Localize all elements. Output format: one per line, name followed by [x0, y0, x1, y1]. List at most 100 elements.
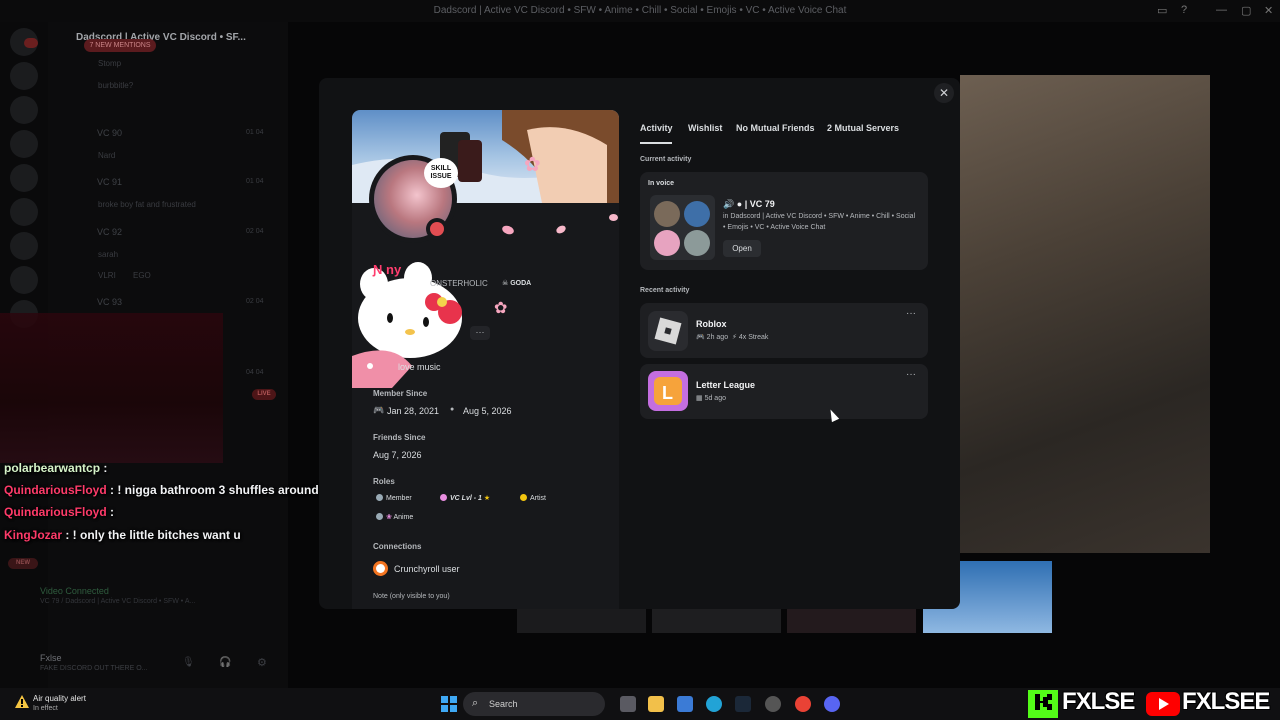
voice-channel[interactable]: VC 90: [97, 128, 122, 138]
voice-member[interactable]: broke boy fat and frustrated: [98, 200, 196, 209]
channel-count: 01 04: [246, 129, 264, 136]
server-icon: ●: [450, 406, 455, 413]
activity-name: Roblox: [696, 319, 727, 329]
tab-activity[interactable]: Activity: [640, 123, 673, 133]
chat-line: QuindariousFloyd :: [4, 505, 115, 519]
gamepad-icon: 🎮: [696, 334, 705, 341]
settings-gear-icon[interactable]: ⚙: [257, 656, 267, 669]
new-mentions-pill[interactable]: 7 NEW MENTIONS: [84, 39, 156, 52]
maximize-icon[interactable]: ▢: [1241, 4, 1251, 17]
chat-line: polarbearwantcp :: [4, 461, 108, 475]
member-since-discord: Jan 28, 2021: [387, 406, 440, 416]
steam-icon[interactable]: [735, 696, 751, 712]
petal-icon: [609, 214, 618, 221]
window-title: Dadscord | Active VC Discord • SFW • Ani…: [433, 5, 847, 16]
server-icon[interactable]: [10, 62, 38, 90]
activity-meta: ▦ 5d ago: [696, 395, 726, 402]
participant-avatar: [684, 201, 710, 227]
guild-tag[interactable]: ☠ GODA: [502, 279, 531, 287]
close-window-icon[interactable]: ✕: [1264, 4, 1273, 17]
star-icon: ★: [483, 495, 491, 502]
profile-bio: love music: [398, 362, 441, 372]
chat-line: KingJozar : ! only the little bitches wa…: [4, 528, 241, 542]
voice-channel[interactable]: VC 92: [97, 227, 122, 237]
profile-display-name: Ɲ ny: [373, 262, 402, 277]
live-count: 04 04: [246, 369, 264, 376]
connections-label: Connections: [373, 542, 422, 551]
skill-issue-sticker: SKILL ISSUE: [424, 158, 458, 188]
server-icon[interactable]: [10, 198, 38, 226]
voice-channel[interactable]: VC 91: [97, 177, 122, 187]
participant-avatar: [654, 201, 680, 227]
current-activity-label: Current activity: [640, 156, 692, 163]
connection-crunchyroll[interactable]: Crunchyroll user: [394, 564, 460, 574]
background-video: [960, 75, 1210, 553]
server-icon[interactable]: [10, 96, 38, 124]
status-dot-icon: ●: [736, 199, 743, 209]
sakura-icon: ✿: [524, 154, 541, 176]
server-icon[interactable]: [10, 164, 38, 192]
role-pill[interactable]: VC Lvl - 1 ★: [440, 492, 490, 506]
tab-mutual-servers[interactable]: 2 Mutual Servers: [827, 123, 899, 133]
member-since-label: Member Since: [373, 389, 428, 398]
activity-more-button[interactable]: ···: [906, 369, 916, 380]
voice-member[interactable]: Nard: [98, 151, 115, 160]
minimize-icon[interactable]: —: [1216, 4, 1227, 16]
live-badge: LIVE: [252, 389, 276, 400]
tab-mutual-friends[interactable]: No Mutual Friends: [736, 123, 815, 133]
activity-icon: ▦: [696, 395, 703, 402]
file-explorer-icon[interactable]: [648, 696, 664, 712]
open-voice-button[interactable]: Open: [723, 240, 761, 257]
note-label: Note (only visible to you): [373, 593, 450, 600]
channel-count: 02 04: [246, 298, 264, 305]
voice-channel[interactable]: VC 93: [97, 297, 122, 307]
weather-alert-sub: In effect: [33, 705, 58, 712]
store-icon[interactable]: [677, 696, 693, 712]
member-tag: EGO: [133, 271, 151, 280]
app-icon[interactable]: [765, 696, 781, 712]
windows-start-icon[interactable]: [441, 696, 457, 712]
crunchyroll-icon: [373, 561, 388, 576]
dnd-status-icon: [426, 218, 448, 240]
voice-server-desc: in Dadscord | Active VC Discord • SFW • …: [723, 213, 916, 231]
voice-connected-channel[interactable]: VC 79 / Dadscord | Active VC Discord • S…: [40, 598, 195, 605]
voice-member[interactable]: VLRI: [98, 271, 116, 280]
task-view-icon[interactable]: [620, 696, 636, 712]
kick-logo-icon: [1028, 690, 1058, 718]
recent-activity-label: Recent activity: [640, 287, 690, 294]
role-pill[interactable]: ❀ Anime: [376, 511, 413, 525]
active-tab-indicator: [640, 142, 672, 144]
taskbar-search[interactable]: [463, 692, 605, 716]
voice-member[interactable]: sarah: [98, 250, 118, 259]
inbox-icon[interactable]: ▭: [1157, 4, 1167, 17]
activity-more-button[interactable]: ···: [906, 308, 916, 319]
chrome-icon[interactable]: [795, 696, 811, 712]
weather-alert-title[interactable]: Air quality alert: [33, 694, 86, 703]
role-pill[interactable]: Artist: [520, 492, 546, 506]
server-icon[interactable]: [10, 130, 38, 158]
microphone-icon[interactable]: 🎙: [182, 657, 195, 668]
voice-member[interactable]: Stomp: [98, 59, 121, 68]
close-modal-button[interactable]: ✕: [934, 83, 954, 103]
alert-icon[interactable]: [14, 694, 30, 710]
screen: Dadscord | Active VC Discord • SFW • Ani…: [0, 0, 1280, 720]
server-icon[interactable]: [10, 232, 38, 260]
tab-wishlist[interactable]: Wishlist: [688, 123, 722, 133]
brand-name-right: FXLSEE: [1182, 688, 1270, 715]
profile-more-button[interactable]: ···: [470, 326, 490, 340]
youtube-logo-icon: [1146, 692, 1180, 716]
discord-icon[interactable]: [824, 696, 840, 712]
role-pill[interactable]: Member: [376, 492, 412, 506]
current-user-name[interactable]: Fxlse: [40, 653, 62, 663]
headphones-icon[interactable]: 🎧: [219, 657, 231, 668]
voice-member[interactable]: burbbitle?: [98, 81, 133, 90]
voice-connected-status[interactable]: Video Connected: [40, 586, 109, 596]
member-since-server: Aug 5, 2026: [463, 406, 512, 416]
search-icon: ⌕: [472, 697, 479, 709]
new-badge[interactable]: NEW: [8, 558, 38, 569]
help-icon[interactable]: ?: [1181, 4, 1187, 16]
voice-channel-name: 🔊 ● | VC 79: [723, 199, 775, 209]
server-icon[interactable]: [10, 266, 38, 294]
edge-icon[interactable]: [706, 696, 722, 712]
activity-name: Letter League: [696, 380, 756, 390]
